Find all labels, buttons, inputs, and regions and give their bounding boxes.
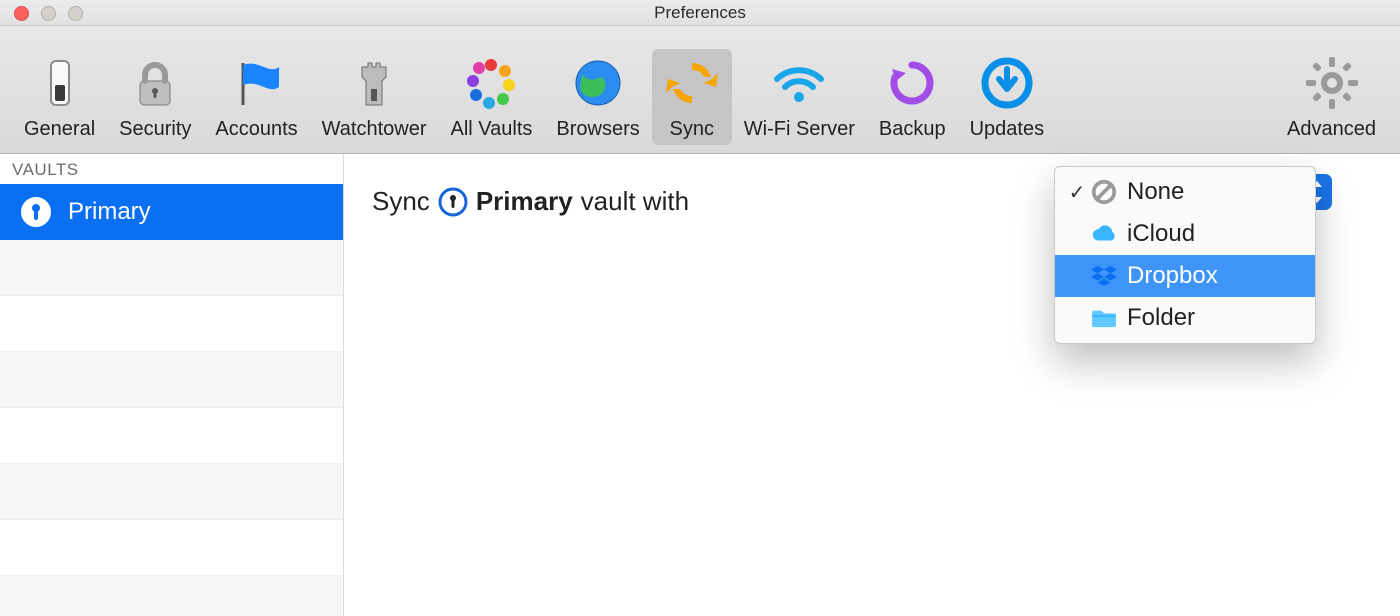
toolbar-tab-watchtower[interactable]: Watchtower bbox=[310, 49, 439, 145]
toolbar-tab-label: Wi-Fi Server bbox=[744, 117, 855, 141]
toolbar-tab-label: All Vaults bbox=[451, 117, 533, 141]
sync-prefix: Sync bbox=[372, 186, 430, 217]
window-close-button[interactable] bbox=[14, 6, 29, 21]
toolbar-tab-label: General bbox=[24, 117, 95, 141]
menu-item-label: iCloud bbox=[1127, 220, 1195, 248]
vault-icon bbox=[18, 194, 54, 230]
sync-vault-name: Primary bbox=[476, 186, 573, 217]
globe-icon bbox=[570, 55, 626, 111]
sidebar-empty-row bbox=[0, 408, 343, 464]
check-icon: ✓ bbox=[1065, 180, 1089, 205]
menu-item-folder[interactable]: Folder bbox=[1055, 297, 1315, 339]
vaults-sidebar: VAULTS Primary bbox=[0, 154, 344, 616]
sidebar-item-primary[interactable]: Primary bbox=[0, 184, 343, 240]
window-zoom-button[interactable] bbox=[68, 6, 83, 21]
sidebar-empty-row bbox=[0, 352, 343, 408]
toolbar-tab-label: Advanced bbox=[1287, 117, 1376, 141]
toolbar-tab-advanced[interactable]: Advanced bbox=[1275, 49, 1388, 145]
sidebar-empty-row bbox=[0, 464, 343, 520]
toolbar-tab-general[interactable]: General bbox=[12, 49, 107, 145]
dropbox-icon bbox=[1089, 261, 1119, 291]
sync-icon bbox=[664, 55, 720, 111]
preferences-body: VAULTS Primary bbox=[0, 154, 1400, 616]
toolbar-tab-label: Accounts bbox=[215, 117, 297, 141]
toolbar-tab-label: Watchtower bbox=[322, 117, 427, 141]
tower-icon bbox=[346, 55, 402, 111]
sync-destination-menu[interactable]: ✓ None iCloud bbox=[1054, 166, 1316, 344]
no-icon bbox=[1089, 177, 1119, 207]
vault-list: Primary bbox=[0, 184, 343, 616]
window-title: Preferences bbox=[654, 3, 746, 23]
window-minimize-button[interactable] bbox=[41, 6, 56, 21]
toolbar-tab-accounts[interactable]: Accounts bbox=[203, 49, 309, 145]
undo-icon bbox=[884, 55, 940, 111]
toolbar-tab-wifiserver[interactable]: Wi-Fi Server bbox=[732, 49, 867, 145]
toolbar-tab-updates[interactable]: Updates bbox=[958, 49, 1057, 145]
window-titlebar: Preferences bbox=[0, 0, 1400, 26]
sidebar-section-header: VAULTS bbox=[0, 154, 343, 184]
sync-pane: Sync Primary vault with ✓ bbox=[344, 154, 1400, 616]
sidebar-empty-row bbox=[0, 576, 343, 616]
toolbar-tab-security[interactable]: Security bbox=[107, 49, 203, 145]
preferences-toolbar: General Security Accounts bbox=[0, 26, 1400, 154]
toolbar-tab-sync[interactable]: Sync bbox=[652, 49, 732, 145]
wifi-icon bbox=[771, 55, 827, 111]
toolbar-tab-label: Backup bbox=[879, 117, 946, 141]
menu-item-icloud[interactable]: iCloud bbox=[1055, 213, 1315, 255]
sidebar-item-label: Primary bbox=[68, 198, 151, 226]
cloud-icon bbox=[1089, 219, 1119, 249]
toolbar-tab-label: Updates bbox=[970, 117, 1045, 141]
vault-badge-icon bbox=[438, 187, 468, 217]
menu-item-label: Folder bbox=[1127, 304, 1195, 332]
toolbar-tab-browsers[interactable]: Browsers bbox=[544, 49, 651, 145]
sidebar-empty-row bbox=[0, 296, 343, 352]
folder-icon bbox=[1089, 303, 1119, 333]
menu-item-dropbox[interactable]: Dropbox bbox=[1055, 255, 1315, 297]
download-icon bbox=[979, 55, 1035, 111]
sidebar-empty-row bbox=[0, 520, 343, 576]
lock-icon bbox=[127, 55, 183, 111]
toolbar-tab-label: Browsers bbox=[556, 117, 639, 141]
toolbar-tab-allvaults[interactable]: All Vaults bbox=[439, 49, 545, 145]
color-ring-icon bbox=[463, 55, 519, 111]
slider-icon bbox=[32, 55, 88, 111]
gear-icon bbox=[1304, 55, 1360, 111]
menu-item-label: Dropbox bbox=[1127, 262, 1218, 290]
toolbar-tab-label: Sync bbox=[670, 117, 714, 141]
menu-item-label: None bbox=[1127, 178, 1184, 206]
window-controls bbox=[14, 6, 83, 21]
toolbar-tab-backup[interactable]: Backup bbox=[867, 49, 958, 145]
menu-item-none[interactable]: ✓ None bbox=[1055, 171, 1315, 213]
sidebar-empty-row bbox=[0, 240, 343, 296]
sync-mid: vault with bbox=[581, 186, 689, 217]
toolbar-tab-label: Security bbox=[119, 117, 191, 141]
flag-icon bbox=[229, 55, 285, 111]
